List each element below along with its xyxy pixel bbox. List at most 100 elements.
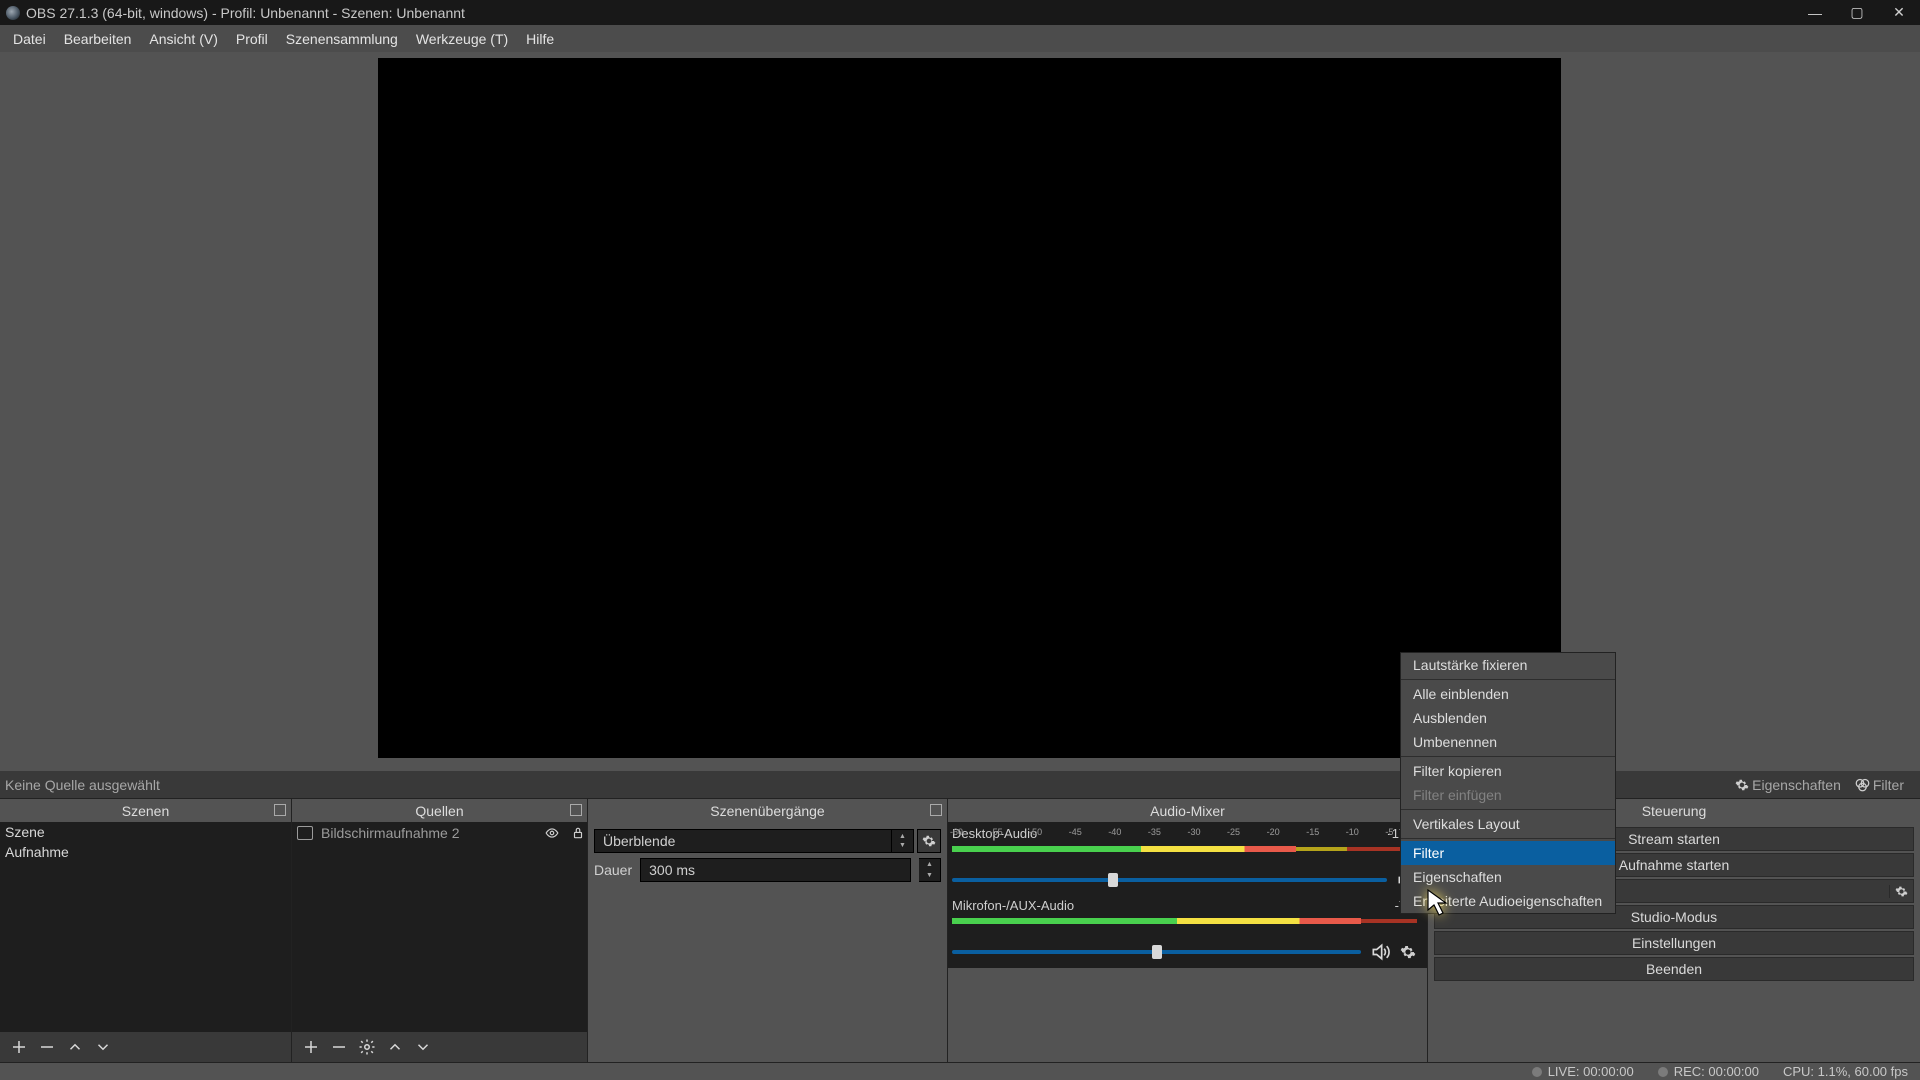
transitions-title: Szenenübergänge — [710, 803, 824, 819]
rec-dot-icon — [1658, 1067, 1668, 1077]
context-menu-item[interactable]: Alle einblenden — [1401, 682, 1615, 706]
audio-track: Mikrofon-/AUX-Audio -7.5 -60-55-50-45-40… — [952, 898, 1417, 964]
remove-icon[interactable] — [38, 1038, 56, 1056]
duration-spinner[interactable]: ▲▼ — [919, 858, 941, 882]
close-button[interactable]: ✕ — [1878, 0, 1920, 25]
menu-hilfe[interactable]: Hilfe — [517, 25, 563, 52]
preview-area[interactable] — [378, 58, 1561, 758]
context-menu-item[interactable]: Erweiterte Audioeigenschaften — [1401, 889, 1615, 913]
mixer-body: Desktop-Audio -17.4 -60-55-50-45-40-35-3… — [948, 822, 1427, 968]
track-name: Mikrofon-/AUX-Audio — [952, 898, 1074, 913]
context-menu-separator — [1401, 809, 1615, 810]
context-menu-item[interactable]: Eigenschaften — [1401, 865, 1615, 889]
add-icon[interactable] — [302, 1038, 320, 1056]
sources-list[interactable]: Bildschirmaufnahme 2 — [292, 822, 587, 1032]
source-item[interactable]: Bildschirmaufnahme 2 — [292, 822, 587, 844]
sources-header[interactable]: Quellen — [292, 799, 587, 822]
context-menu-item[interactable]: Umbenennen — [1401, 730, 1615, 754]
gear-icon[interactable] — [1400, 944, 1416, 960]
workspace — [0, 52, 1920, 771]
lock-icon[interactable] — [569, 826, 587, 840]
gear-icon — [1735, 778, 1749, 792]
move-up-icon[interactable] — [66, 1038, 84, 1056]
audio-meter — [952, 914, 1417, 928]
filter-button[interactable]: Filter — [1855, 777, 1920, 793]
move-up-icon[interactable] — [386, 1038, 404, 1056]
filter-icon — [1855, 777, 1870, 792]
duration-label: Dauer — [594, 862, 632, 878]
context-menu-separator — [1401, 679, 1615, 680]
scenes-title: Szenen — [122, 803, 169, 819]
menu-datei[interactable]: Datei — [4, 25, 55, 52]
context-menu-item[interactable]: Filter kopieren — [1401, 759, 1615, 783]
context-menu-separator — [1401, 838, 1615, 839]
context-menu-item[interactable]: Filter — [1401, 841, 1615, 865]
window-title: OBS 27.1.3 (64-bit, windows) - Profil: U… — [26, 5, 465, 21]
transitions-panel: Szenenübergänge Überblende ▲▼ Dauer 300 … — [588, 799, 948, 1062]
sources-panel: Quellen Bildschirmaufnahme 2 — [292, 799, 588, 1062]
audio-mixer-panel: Audio-Mixer Desktop-Audio -17.4 -60-55-5… — [948, 799, 1428, 1062]
settings-icon[interactable] — [358, 1038, 376, 1056]
virtual-cam-settings[interactable] — [1889, 885, 1913, 898]
menu-szenensammlung[interactable]: Szenensammlung — [277, 25, 407, 52]
transitions-body: Überblende ▲▼ Dauer 300 ms ▲▼ — [588, 822, 947, 888]
transition-settings-button[interactable] — [917, 829, 941, 853]
visibility-icon[interactable] — [543, 826, 561, 840]
transition-select[interactable]: Überblende — [594, 829, 892, 853]
cpu-status: CPU: 1.1%, 60.00 fps — [1783, 1064, 1908, 1079]
scenes-footer — [0, 1032, 291, 1062]
volume-slider[interactable] — [952, 878, 1387, 882]
popout-icon[interactable] — [570, 804, 582, 816]
menu-bearbeiten[interactable]: Bearbeiten — [55, 25, 141, 52]
mute-button[interactable] — [1369, 941, 1391, 963]
display-capture-icon — [297, 826, 313, 840]
sources-title: Quellen — [415, 803, 463, 819]
scene-item[interactable]: Aufnahme — [0, 842, 291, 862]
audio-meter — [952, 842, 1417, 856]
context-menu-item[interactable]: Ausblenden — [1401, 706, 1615, 730]
maximize-button[interactable]: ▢ — [1836, 0, 1878, 25]
titlebar: OBS 27.1.3 (64-bit, windows) - Profil: U… — [0, 0, 1920, 25]
statusbar: LIVE: 00:00:00 REC: 00:00:00 CPU: 1.1%, … — [0, 1062, 1920, 1080]
remove-icon[interactable] — [330, 1038, 348, 1056]
obs-logo-icon — [6, 6, 20, 20]
scene-item[interactable]: Szene — [0, 822, 291, 842]
db-ticks: -60-55-50-45-40-35-30-25-20-15-10-50 — [948, 827, 1427, 837]
panels-row: Szenen SzeneAufnahme Quellen Bildschirma… — [0, 798, 1920, 1062]
volume-slider[interactable] — [952, 950, 1361, 954]
menu-ansicht-v-[interactable]: Ansicht (V) — [140, 25, 226, 52]
sources-footer — [292, 1032, 587, 1062]
dropdown-arrows[interactable]: ▲▼ — [892, 829, 914, 853]
duration-input[interactable]: 300 ms — [640, 858, 911, 882]
gear-icon — [1895, 885, 1908, 898]
add-icon[interactable] — [10, 1038, 28, 1056]
source-label: Bildschirmaufnahme 2 — [321, 825, 460, 841]
settings-button[interactable]: Einstellungen — [1434, 931, 1914, 955]
popout-icon[interactable] — [930, 804, 942, 816]
context-menu-item: Filter einfügen — [1401, 783, 1615, 807]
source-toolbar: Keine Quelle ausgewählt Eigenschaften Fi… — [0, 771, 1920, 798]
context-menu-item[interactable]: Lautstärke fixieren — [1401, 653, 1615, 677]
scenes-list[interactable]: SzeneAufnahme — [0, 822, 291, 1032]
menu-profil[interactable]: Profil — [227, 25, 277, 52]
properties-button[interactable]: Eigenschaften — [1735, 777, 1841, 793]
minimize-button[interactable]: — — [1794, 0, 1836, 25]
exit-button[interactable]: Beenden — [1434, 957, 1914, 981]
context-menu-item[interactable]: Vertikales Layout — [1401, 812, 1615, 836]
popout-icon[interactable] — [274, 804, 286, 816]
transitions-header[interactable]: Szenenübergänge — [588, 799, 947, 822]
scenes-panel: Szenen SzeneAufnahme — [0, 799, 292, 1062]
filter-label: Filter — [1873, 777, 1904, 793]
rec-status: REC: 00:00:00 — [1674, 1064, 1759, 1079]
properties-label: Eigenschaften — [1752, 777, 1841, 793]
controls-title: Steuerung — [1642, 803, 1707, 819]
move-down-icon[interactable] — [414, 1038, 432, 1056]
scenes-header[interactable]: Szenen — [0, 799, 291, 822]
menubar: DateiBearbeitenAnsicht (V)ProfilSzenensa… — [0, 25, 1920, 52]
live-dot-icon — [1532, 1067, 1542, 1077]
move-down-icon[interactable] — [94, 1038, 112, 1056]
no-source-label: Keine Quelle ausgewählt — [5, 777, 160, 793]
menu-werkzeuge-t-[interactable]: Werkzeuge (T) — [407, 25, 517, 52]
audio-context-menu[interactable]: Lautstärke fixieren Alle einblendenAusble… — [1400, 652, 1616, 914]
mixer-header[interactable]: Audio-Mixer — [948, 799, 1427, 822]
